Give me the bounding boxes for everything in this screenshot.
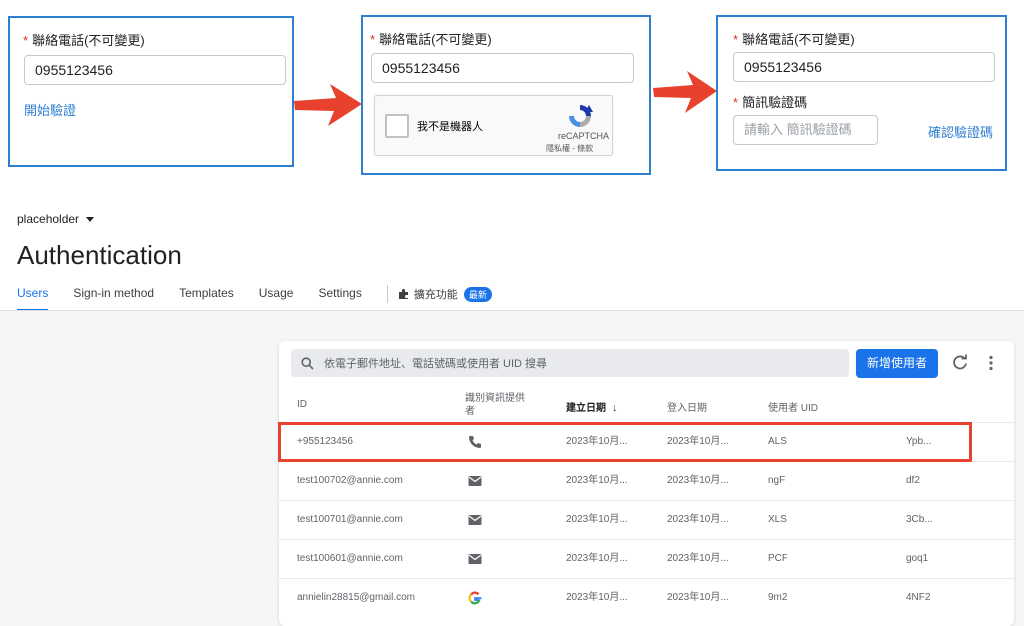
phone-field-label: * 聯絡電話(不可變更) xyxy=(370,29,492,48)
created-date: 2023年10月... xyxy=(566,553,628,564)
recaptcha-logo-icon xyxy=(569,105,593,127)
table-row[interactable]: test100601@annie.com 2023年10月... 2023年10… xyxy=(279,539,1014,578)
recaptcha-brand: reCAPTCHA xyxy=(558,131,610,141)
column-header-created[interactable]: 建立日期 ↓ xyxy=(566,399,618,414)
signed-in-date: 2023年10月... xyxy=(667,514,729,525)
column-header-provider[interactable]: 識別資訊提供者 xyxy=(465,392,529,418)
add-user-button[interactable]: 新增使用者 xyxy=(856,349,938,378)
project-name: placeholder xyxy=(17,212,80,226)
flow-arrow-2-icon xyxy=(653,71,717,113)
start-verification-link[interactable]: 開始驗證 xyxy=(24,100,76,119)
phone-input[interactable]: 0955123456 xyxy=(371,53,634,83)
tab-templates[interactable]: Templates xyxy=(179,286,234,310)
email-icon xyxy=(468,515,482,525)
required-mark: * xyxy=(733,32,739,47)
required-mark: * xyxy=(733,95,739,110)
signed-in-date: 2023年10月... xyxy=(667,592,729,603)
phone-input[interactable]: 0955123456 xyxy=(24,55,286,85)
new-badge: 最新 xyxy=(463,286,492,302)
column-header-id[interactable]: ID xyxy=(297,399,307,410)
user-uid: XLS xyxy=(768,514,787,525)
column-header-uid[interactable]: 使用者 UID xyxy=(768,399,818,414)
phone-input[interactable]: 0955123456 xyxy=(733,52,995,82)
tab-bar: Users Sign-in method Templates Usage Set… xyxy=(17,285,492,311)
table-row[interactable]: annielin28815@gmail.com 2023年10月... 2023… xyxy=(279,578,1014,617)
search-placeholder: 依電子郵件地址、電話號碼或使用者 UID 搜尋 xyxy=(324,358,548,370)
recaptcha-label: 我不是機器人 xyxy=(417,121,483,133)
search-bar[interactable]: 依電子郵件地址、電話號碼或使用者 UID 搜尋 xyxy=(291,349,849,377)
tab-users[interactable]: Users xyxy=(17,286,49,311)
user-id: annielin28815@gmail.com xyxy=(297,592,415,603)
phone-field-label-text: 聯絡電話(不可變更) xyxy=(32,33,145,48)
sort-arrow-icon: ↓ xyxy=(612,402,618,414)
redaction-mask xyxy=(787,501,905,539)
flow-step-1-panel: * 聯絡電話(不可變更) 0955123456 開始驗證 xyxy=(8,16,294,167)
sms-code-label-text: 簡訊驗證碼 xyxy=(742,95,808,110)
sms-code-input[interactable]: 請輸入 簡訊驗證碼 xyxy=(733,115,878,145)
extension-puzzle-icon xyxy=(398,289,408,299)
user-uid-end: df2 xyxy=(906,475,920,486)
user-id: test100702@annie.com xyxy=(297,475,403,486)
tab-usage[interactable]: Usage xyxy=(259,286,294,310)
redaction-mask xyxy=(787,579,905,617)
highlight-box xyxy=(278,422,972,462)
column-header-signed-in[interactable]: 登入日期 xyxy=(667,399,707,414)
column-header-created-label: 建立日期 xyxy=(566,403,606,414)
table-row[interactable]: test100701@annie.com 2023年10月... 2023年10… xyxy=(279,500,1014,539)
signed-in-date: 2023年10月... xyxy=(667,475,729,486)
required-mark: * xyxy=(370,32,376,47)
redaction-mask xyxy=(787,462,905,500)
user-uid-end: goq1 xyxy=(906,553,929,564)
extensions-label: 擴充功能 xyxy=(413,289,458,301)
created-date: 2023年10月... xyxy=(566,475,628,486)
tab-extensions[interactable]: 擴充功能 最新 xyxy=(398,286,492,302)
flow-arrow-1-icon xyxy=(294,84,362,126)
user-uid-end: 3Cb... xyxy=(906,514,933,525)
phone-field-label: * 聯絡電話(不可變更) xyxy=(733,29,855,48)
user-uid: 9m2 xyxy=(768,592,788,603)
tab-sign-in-method[interactable]: Sign-in method xyxy=(73,286,154,310)
email-icon xyxy=(468,476,482,486)
confirm-code-link[interactable]: 確認驗證碼 xyxy=(928,122,993,141)
created-date: 2023年10月... xyxy=(566,592,628,603)
required-mark: * xyxy=(23,33,29,48)
email-icon xyxy=(468,554,482,564)
created-date: 2023年10月... xyxy=(566,514,628,525)
tab-divider xyxy=(386,285,388,303)
user-id: test100601@annie.com xyxy=(297,553,403,564)
users-table-card: 依電子郵件地址、電話號碼或使用者 UID 搜尋 新增使用者 ID 識別資訊提供者… xyxy=(279,341,1014,626)
chevron-down-icon xyxy=(86,216,95,222)
search-icon xyxy=(301,356,314,370)
phone-field-label-text: 聯絡電話(不可變更) xyxy=(742,32,855,47)
flow-step-3-panel: * 聯絡電話(不可變更) 0955123456 * 簡訊驗證碼 請輸入 簡訊驗證碼 … xyxy=(716,15,1007,171)
user-uid-end: 4NF2 xyxy=(906,592,931,603)
recaptcha-widget: 我不是機器人 reCAPTCHA 隱私權 - 條款 xyxy=(374,95,613,156)
sms-code-label: * 簡訊驗證碼 xyxy=(733,92,807,111)
user-uid: PCF xyxy=(768,553,788,564)
more-vert-icon[interactable] xyxy=(983,354,999,372)
tab-settings[interactable]: Settings xyxy=(318,286,361,310)
page-title: Authentication xyxy=(17,240,182,270)
phone-field-label: * 聯絡電話(不可變更) xyxy=(23,30,145,49)
redaction-mask xyxy=(787,540,905,578)
refresh-icon[interactable] xyxy=(951,354,969,372)
recaptcha-checkbox[interactable] xyxy=(385,114,409,138)
user-uid: ngF xyxy=(768,475,786,486)
user-id: test100701@annie.com xyxy=(297,514,403,525)
table-row[interactable]: test100702@annie.com 2023年10月... 2023年10… xyxy=(279,461,1014,500)
signed-in-date: 2023年10月... xyxy=(667,553,729,564)
flow-step-2-panel: * 聯絡電話(不可變更) 0955123456 我不是機器人 reCAPTCHA … xyxy=(361,15,651,175)
recaptcha-terms-link[interactable]: 隱私權 - 條款 xyxy=(546,143,593,154)
google-icon xyxy=(468,591,482,605)
phone-field-label-text: 聯絡電話(不可變更) xyxy=(379,32,492,47)
project-selector[interactable]: placeholder xyxy=(17,212,95,226)
